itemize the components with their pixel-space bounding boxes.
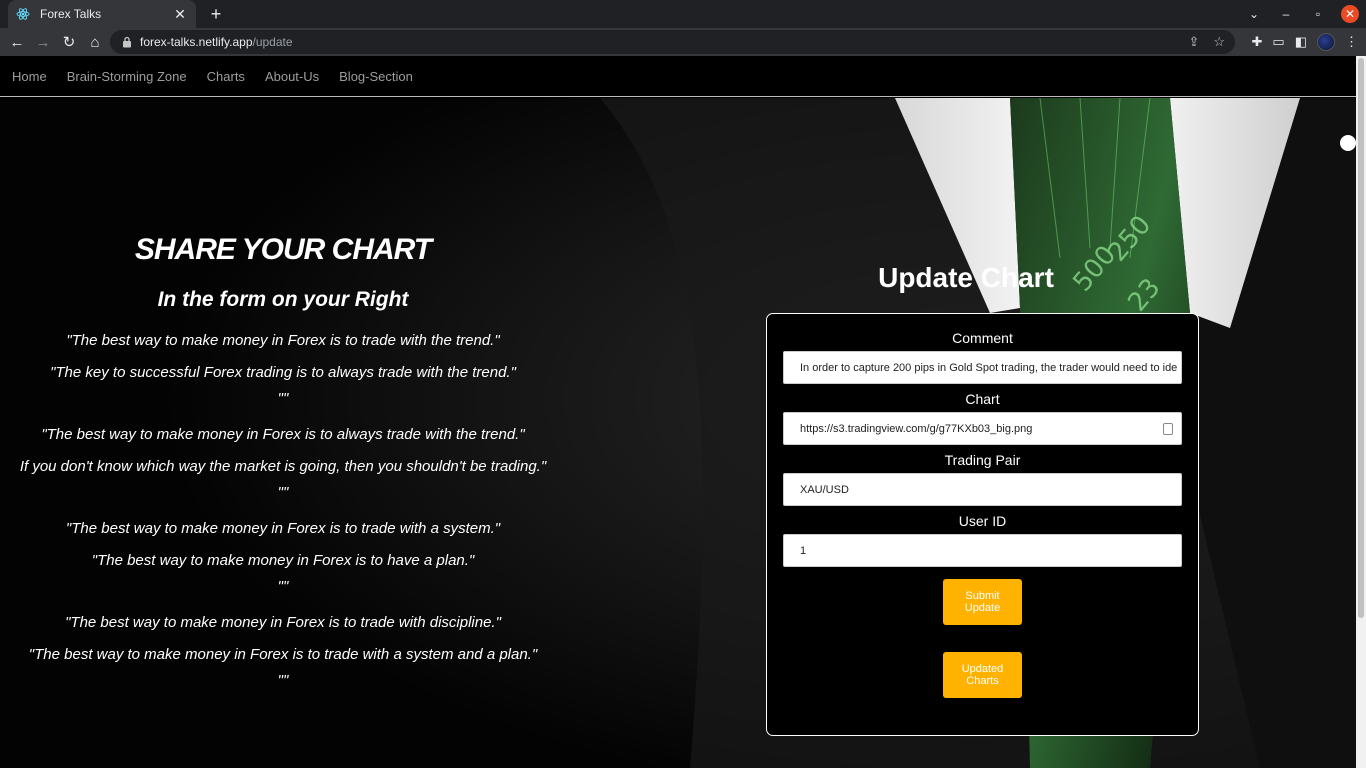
comment-input[interactable]: In order to capture 200 pips in Gold Spo… — [783, 351, 1182, 384]
page-viewport: Home Brain-Storming Zone Charts About-Us… — [0, 56, 1356, 768]
quote-line: "The best way to make money in Forex is … — [28, 646, 538, 663]
react-logo-icon — [16, 8, 30, 20]
share-icon[interactable]: ⇪ — [1188, 34, 1199, 50]
browser-tabbar: Forex Talks ✕ + ⌄ – ▫ ✕ — [0, 0, 1366, 28]
close-tab-icon[interactable]: ✕ — [172, 6, 188, 23]
restore-icon[interactable]: ▫ — [1302, 0, 1334, 28]
browser-toolbar: ← → ↻ ⌂ forex-talks.netlify.app/update ⇪… — [0, 28, 1366, 56]
bookmark-star-icon[interactable]: ☆ — [1213, 34, 1225, 50]
chart-url-input[interactable]: https://s3.tradingview.com/g/g77KXb03_bi… — [783, 412, 1182, 445]
quote-line: "The best way to make money in Forex is … — [65, 520, 501, 537]
back-icon[interactable]: ← — [4, 29, 30, 55]
chart-url-value: https://s3.tradingview.com/g/g77KXb03_bi… — [800, 422, 1033, 435]
site-navbar: Home Brain-Storming Zone Charts About-Us… — [0, 56, 1356, 97]
quote-line: "" — [277, 390, 289, 407]
updated-charts-button[interactable]: Updated Charts — [943, 652, 1022, 698]
address-bar[interactable]: forex-talks.netlify.app/update ⇪ ☆ — [110, 30, 1235, 54]
tab-search-icon[interactable]: ⌄ — [1238, 0, 1270, 28]
url-path: /update — [252, 35, 293, 49]
close-icon: ✕ — [1341, 5, 1359, 23]
autofill-key-icon[interactable] — [1163, 423, 1173, 435]
extensions-icon[interactable]: ✚ — [1252, 34, 1263, 50]
quote-line: If you don't know which way the market i… — [19, 458, 547, 475]
quote-line: "The best way to make money in Forex is … — [65, 614, 501, 631]
update-chart-form: Comment In order to capture 200 pips in … — [766, 313, 1199, 736]
quote-line: "" — [277, 578, 289, 595]
nav-brain-storming-zone[interactable]: Brain-Storming Zone — [67, 69, 187, 84]
trading-pair-label: Trading Pair — [944, 452, 1021, 468]
share-subheading: In the form on your Right — [157, 288, 409, 311]
user-id-label: User ID — [958, 513, 1007, 529]
lock-icon — [123, 36, 131, 48]
page-scrollbar[interactable] — [1356, 56, 1366, 768]
nav-blog-section[interactable]: Blog-Section — [339, 69, 413, 84]
profile-avatar[interactable] — [1317, 33, 1335, 51]
tab-title: Forex Talks — [40, 7, 102, 21]
share-your-chart-heading: SHARE YOUR CHART — [134, 233, 432, 266]
quote-line: "The best way to make money in Forex is … — [91, 552, 475, 569]
quote-line: "" — [277, 672, 289, 689]
window-close-button[interactable]: ✕ — [1334, 0, 1366, 28]
window-controls: ⌄ – ▫ ✕ — [1238, 0, 1366, 28]
menu-kebab-icon[interactable]: ⋮ — [1345, 34, 1358, 50]
trading-pair-input[interactable]: XAU/USD — [783, 473, 1182, 506]
comment-label: Comment — [952, 330, 1013, 346]
home-icon[interactable]: ⌂ — [82, 29, 108, 55]
reload-icon[interactable]: ↻ — [56, 29, 82, 55]
side-panel-icon[interactable]: ◧ — [1295, 34, 1307, 50]
minimize-icon[interactable]: – — [1270, 0, 1302, 28]
quote-line: "The best way to make money in Forex is … — [41, 426, 525, 443]
chart-label: Chart — [965, 391, 1000, 407]
cast-icon[interactable]: ▭ — [1272, 34, 1284, 50]
url-host: forex-talks.netlify.app — [140, 35, 253, 49]
update-chart-heading: Update Chart — [878, 262, 1054, 293]
quote-line: "" — [277, 484, 289, 501]
browser-tab[interactable]: Forex Talks ✕ — [8, 0, 196, 28]
nav-about-us[interactable]: About-Us — [265, 69, 319, 84]
user-id-input[interactable]: 1 — [783, 534, 1182, 567]
scrollbar-thumb[interactable] — [1358, 58, 1364, 618]
nav-home[interactable]: Home — [12, 69, 47, 84]
hero-section: 250 500 23 SHARE YOUR CHART In the form … — [0, 98, 1356, 768]
forward-icon[interactable]: → — [30, 29, 56, 55]
new-tab-icon[interactable]: + — [206, 4, 226, 24]
submit-update-button[interactable]: Submit Update — [943, 579, 1022, 625]
quote-line: "The key to successful Forex trading is … — [50, 364, 516, 381]
nav-charts[interactable]: Charts — [207, 69, 245, 84]
quote-line: "The best way to make money in Forex is … — [66, 332, 500, 349]
